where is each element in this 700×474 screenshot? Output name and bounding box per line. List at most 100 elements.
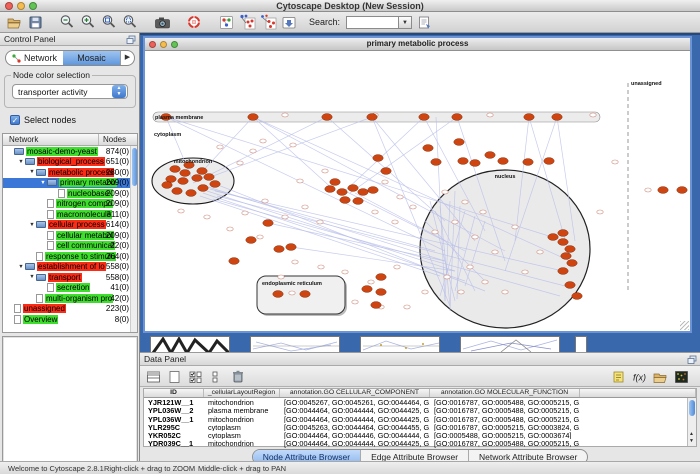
- float-panel-icon[interactable]: [126, 35, 136, 44]
- network-node[interactable]: [548, 234, 558, 241]
- network-node[interactable]: [273, 291, 283, 298]
- tree-expand-arrow[interactable]: ▼: [28, 222, 36, 228]
- tiny-node[interactable]: [237, 161, 243, 165]
- network-node[interactable]: [248, 114, 258, 121]
- network-node[interactable]: [552, 114, 562, 121]
- tiny-node[interactable]: [482, 280, 488, 284]
- select-all-attributes-button[interactable]: [187, 368, 204, 385]
- network-node[interactable]: [186, 190, 196, 197]
- tree-scrollbar-thumb[interactable]: [132, 148, 137, 186]
- tree-expand-arrow[interactable]: ▼: [28, 169, 36, 175]
- table-row[interactable]: YLR295Ccytoplasm[GO:0045263, GO:0044464,…: [144, 423, 696, 431]
- network-node[interactable]: [371, 302, 381, 309]
- network-node[interactable]: [524, 114, 534, 121]
- delete-attribute-button[interactable]: [229, 368, 246, 385]
- minimized-window[interactable]: [460, 336, 560, 353]
- network-node[interactable]: [376, 274, 386, 281]
- select-nodes-checkbox[interactable]: ✓: [10, 115, 20, 125]
- window-resize-grip[interactable]: [680, 321, 689, 330]
- create-attribute-button[interactable]: [166, 368, 183, 385]
- network-node[interactable]: [470, 160, 480, 167]
- tree-row[interactable]: unassigned223(0): [3, 304, 137, 315]
- network-node[interactable]: [210, 181, 220, 188]
- tiny-node[interactable]: [242, 211, 248, 215]
- tree-row[interactable]: ▼metabolic process280(0): [3, 167, 137, 178]
- tiny-node[interactable]: [472, 235, 478, 239]
- select-nodes-checkbox-row[interactable]: ✓ Select nodes: [10, 115, 76, 125]
- tree-row[interactable]: ▼establishment of lo558(0): [3, 262, 137, 273]
- table-column-header[interactable]: _cellularLayoutRegion: [204, 389, 280, 397]
- tree-row[interactable]: macromolecule311(0): [3, 209, 137, 220]
- network-node[interactable]: [561, 253, 571, 260]
- network-node[interactable]: [423, 145, 433, 152]
- network-node[interactable]: [325, 186, 335, 193]
- network-node[interactable]: [419, 114, 429, 121]
- tiny-node[interactable]: [487, 113, 493, 117]
- network-canvas[interactable]: plasma membranecytoplasmmitochondrionnuc…: [145, 51, 690, 331]
- annotation-notes-button[interactable]: [610, 368, 627, 385]
- network-node[interactable]: [172, 188, 182, 195]
- table-row[interactable]: YKR052Ccytoplasm[GO:0044464, GO:0044446,…: [144, 431, 696, 439]
- tree-row[interactable]: cellular metabol209(0): [3, 230, 137, 241]
- tiny-node[interactable]: [422, 290, 428, 294]
- tiny-node[interactable]: [444, 275, 450, 279]
- network-window-titlebar[interactable]: primary metabolic process: [145, 38, 690, 51]
- table-scroll-arrows[interactable]: ▲▼: [688, 431, 695, 445]
- layout-selected-button[interactable]: [238, 13, 256, 31]
- network-node[interactable]: [362, 286, 372, 293]
- tiny-node[interactable]: [302, 205, 308, 209]
- network-node[interactable]: [485, 152, 495, 159]
- table-scrollbar-thumb[interactable]: [689, 400, 695, 416]
- network-node[interactable]: [204, 174, 214, 181]
- tiny-node[interactable]: [462, 200, 468, 204]
- network-node[interactable]: [353, 198, 363, 205]
- network-node[interactable]: [454, 139, 464, 146]
- network-node[interactable]: [358, 189, 368, 196]
- tiny-node[interactable]: [292, 260, 298, 264]
- network-node[interactable]: [376, 289, 386, 296]
- minimized-window[interactable]: [575, 336, 587, 353]
- network-node[interactable]: [340, 197, 350, 204]
- tiny-node[interactable]: [404, 305, 410, 309]
- tiny-node[interactable]: [282, 113, 288, 117]
- tiny-node[interactable]: [442, 190, 448, 194]
- network-node[interactable]: [567, 260, 577, 267]
- tiny-node[interactable]: [480, 210, 486, 214]
- network-node[interactable]: [565, 282, 575, 289]
- network-node[interactable]: [198, 185, 208, 192]
- matrix-view-button[interactable]: [673, 368, 690, 385]
- save-session-button[interactable]: [26, 13, 44, 31]
- network-node[interactable]: [180, 170, 190, 177]
- tiny-node[interactable]: [289, 291, 295, 295]
- zoom-out-button[interactable]: [58, 13, 76, 31]
- zoom-in-button[interactable]: [79, 13, 97, 31]
- tree-row[interactable]: ▼cellular process614(0): [3, 220, 137, 231]
- network-node[interactable]: [572, 293, 582, 300]
- tiny-node[interactable]: [204, 215, 210, 219]
- table-row[interactable]: YDR039C__1mitochondrion[GO:0044464, GO:0…: [144, 439, 696, 447]
- tiny-node[interactable]: [597, 210, 603, 214]
- tree-row[interactable]: mosaic-demo-yeast874(0): [3, 146, 137, 157]
- tiny-node[interactable]: [394, 265, 400, 269]
- tiny-node[interactable]: [260, 139, 266, 143]
- tree-column-network[interactable]: Network: [3, 134, 99, 145]
- open-session-button[interactable]: [5, 13, 23, 31]
- tiny-node[interactable]: [590, 113, 596, 117]
- tiny-node[interactable]: [352, 300, 358, 304]
- tree-row[interactable]: multi-organism pro42(0): [3, 293, 137, 304]
- tiny-node[interactable]: [317, 220, 323, 224]
- network-node[interactable]: [558, 239, 568, 246]
- network-node[interactable]: [381, 168, 391, 175]
- minimized-window[interactable]: [360, 336, 440, 353]
- tiny-node[interactable]: [410, 205, 416, 209]
- network-node[interactable]: [162, 182, 172, 189]
- network-node[interactable]: [658, 187, 668, 194]
- tab-mosaic[interactable]: Mosaic: [63, 51, 120, 65]
- tiny-node[interactable]: [368, 280, 374, 284]
- tree-expand-arrow[interactable]: ▼: [28, 274, 36, 280]
- annotation-button[interactable]: [415, 13, 433, 31]
- tiny-node[interactable]: [645, 188, 651, 192]
- network-node[interactable]: [452, 114, 462, 121]
- network-snapshot-button[interactable]: [153, 13, 171, 31]
- tiny-node[interactable]: [282, 215, 288, 219]
